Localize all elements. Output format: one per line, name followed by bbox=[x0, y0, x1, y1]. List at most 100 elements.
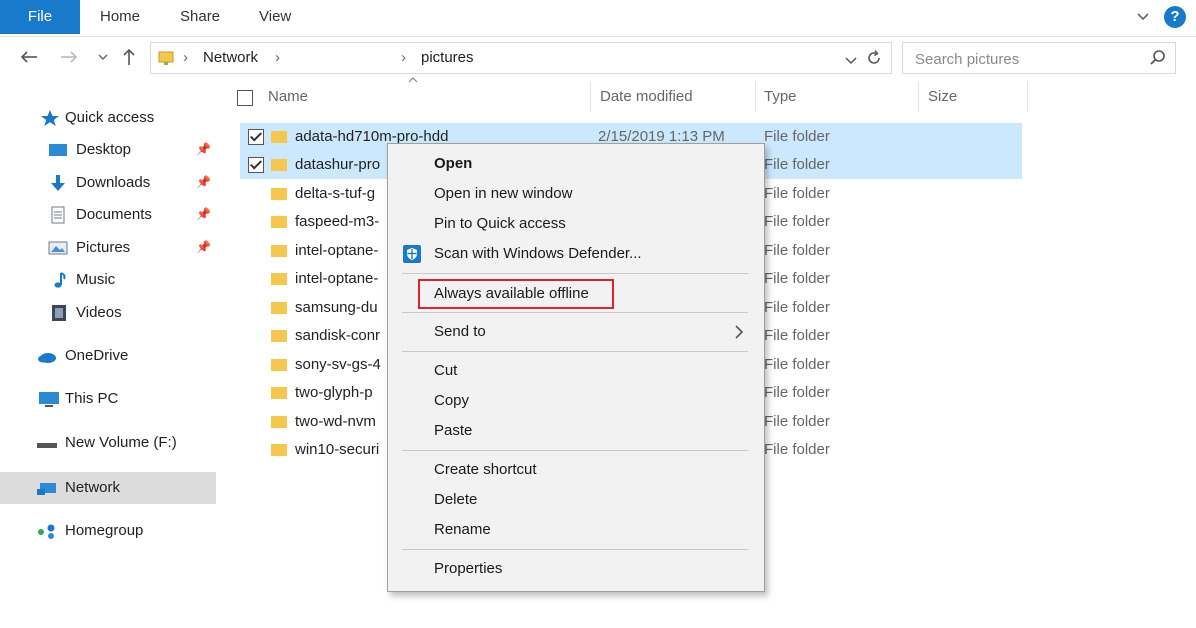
back-arrow-icon[interactable] bbox=[18, 46, 40, 68]
folder-icon bbox=[270, 243, 288, 258]
column-divider[interactable] bbox=[1027, 82, 1028, 112]
menu-item-open[interactable]: Open bbox=[388, 150, 764, 178]
pin-icon[interactable]: 📌 bbox=[196, 240, 211, 254]
file-type: File folder bbox=[764, 327, 830, 344]
music-note-icon bbox=[50, 271, 70, 289]
recent-locations-chevron-icon[interactable] bbox=[92, 46, 114, 68]
file-type: File folder bbox=[764, 413, 830, 430]
sidebar-item-pictures[interactable]: Pictures 📌 bbox=[0, 232, 216, 264]
ribbon: File Home Share View ? bbox=[0, 0, 1196, 37]
menu-item-label: Copy bbox=[434, 392, 470, 409]
tab-home[interactable]: Home bbox=[100, 0, 140, 34]
submenu-arrow-icon bbox=[734, 318, 744, 349]
folder-icon bbox=[270, 442, 288, 457]
sidebar-item-onedrive[interactable]: OneDrive bbox=[0, 340, 216, 372]
select-all-checkbox[interactable] bbox=[237, 90, 253, 106]
menu-item-send-to[interactable]: Send to bbox=[388, 318, 764, 346]
file-type: File folder bbox=[764, 156, 830, 173]
sidebar-item-videos[interactable]: Videos bbox=[0, 297, 216, 329]
column-header-size[interactable]: Size bbox=[928, 82, 957, 112]
menu-item-paste[interactable]: Paste bbox=[388, 417, 764, 445]
menu-item-scan-defender[interactable]: Scan with Windows Defender... bbox=[388, 240, 764, 268]
pin-icon[interactable]: 📌 bbox=[196, 175, 211, 189]
menu-item-rename[interactable]: Rename bbox=[388, 516, 764, 544]
sidebar-item-label: Desktop bbox=[76, 141, 132, 158]
file-type: File folder bbox=[764, 270, 830, 287]
menu-item-copy[interactable]: Copy bbox=[388, 387, 764, 415]
menu-item-always-available-offline[interactable]: Always available offline bbox=[388, 280, 764, 308]
sidebar-item-label: OneDrive bbox=[65, 347, 129, 364]
file-name: win10-securi bbox=[295, 441, 380, 458]
menu-item-delete[interactable]: Delete bbox=[388, 486, 764, 514]
menu-item-label: Scan with Windows Defender... bbox=[434, 245, 642, 262]
menu-item-cut[interactable]: Cut bbox=[388, 357, 764, 385]
desktop-icon bbox=[48, 141, 68, 159]
sidebar-item-label: This PC bbox=[65, 390, 119, 407]
menu-item-open-new-window[interactable]: Open in new window bbox=[388, 180, 764, 208]
file-type: File folder bbox=[764, 128, 830, 145]
search-input[interactable] bbox=[913, 47, 1137, 71]
menu-item-properties[interactable]: Properties bbox=[388, 555, 764, 583]
sidebar-item-desktop[interactable]: Desktop 📌 bbox=[0, 134, 216, 166]
search-icon[interactable] bbox=[1149, 49, 1167, 72]
sidebar-item-new-volume[interactable]: New Volume (F:) bbox=[0, 427, 216, 459]
column-divider[interactable] bbox=[918, 82, 919, 112]
sidebar-item-label: New Volume (F:) bbox=[65, 434, 177, 451]
file-name: intel-optane- bbox=[295, 242, 379, 259]
tab-share[interactable]: Share bbox=[180, 0, 220, 34]
row-checkbox[interactable] bbox=[248, 157, 264, 173]
menu-separator bbox=[402, 549, 748, 550]
sidebar-item-label: Quick access bbox=[65, 109, 155, 126]
folder-icon bbox=[270, 328, 288, 343]
column-divider[interactable] bbox=[590, 82, 591, 112]
forward-arrow-icon[interactable] bbox=[58, 46, 80, 68]
breadcrumb-network[interactable]: Network bbox=[203, 43, 258, 73]
column-divider[interactable] bbox=[755, 82, 756, 112]
tab-file[interactable]: File bbox=[0, 0, 80, 34]
context-menu: Open Open in new window Pin to Quick acc… bbox=[387, 143, 765, 592]
refresh-icon[interactable] bbox=[865, 49, 883, 72]
drive-icon bbox=[36, 434, 57, 452]
menu-item-pin-quick-access[interactable]: Pin to Quick access bbox=[388, 210, 764, 238]
column-header-type[interactable]: Type bbox=[764, 82, 797, 112]
expand-ribbon-chevron-icon[interactable] bbox=[1132, 6, 1154, 28]
tab-view[interactable]: View bbox=[259, 0, 291, 34]
sort-ascending-icon bbox=[408, 74, 418, 86]
sidebar-item-music[interactable]: Music bbox=[0, 264, 216, 296]
row-checkbox[interactable] bbox=[248, 129, 264, 145]
menu-item-create-shortcut[interactable]: Create shortcut bbox=[388, 456, 764, 484]
pin-icon[interactable]: 📌 bbox=[196, 207, 211, 221]
folder-icon bbox=[270, 186, 288, 201]
sidebar-item-label: Videos bbox=[76, 304, 122, 321]
breadcrumb-pictures[interactable]: pictures bbox=[421, 43, 474, 73]
up-arrow-icon[interactable] bbox=[118, 46, 140, 68]
sidebar-item-quick-access[interactable]: Quick access bbox=[0, 102, 216, 134]
menu-item-label: Paste bbox=[434, 422, 473, 439]
column-header-name[interactable]: Name bbox=[268, 82, 308, 112]
download-arrow-icon bbox=[48, 174, 68, 192]
help-icon[interactable]: ? bbox=[1164, 6, 1186, 28]
sidebar-item-network[interactable]: Network bbox=[0, 472, 216, 504]
address-bar[interactable]: › Network › › pictures bbox=[150, 42, 892, 74]
search-box[interactable] bbox=[902, 42, 1176, 74]
file-type: File folder bbox=[764, 384, 830, 401]
file-name: intel-optane- bbox=[295, 270, 379, 287]
file-type: File folder bbox=[764, 185, 830, 202]
file-name: sandisk-conr bbox=[295, 327, 381, 344]
sidebar-item-documents[interactable]: Documents 📌 bbox=[0, 199, 216, 231]
file-name: sony-sv-gs-4 bbox=[295, 356, 381, 373]
file-type: File folder bbox=[764, 299, 830, 316]
column-header-date[interactable]: Date modified bbox=[600, 82, 693, 112]
sidebar-item-downloads[interactable]: Downloads 📌 bbox=[0, 167, 216, 199]
sidebar-item-label: Pictures bbox=[76, 239, 131, 256]
menu-item-label: Create shortcut bbox=[434, 461, 537, 478]
pin-icon[interactable]: 📌 bbox=[196, 142, 211, 156]
computer-icon bbox=[38, 390, 59, 408]
sidebar-item-label: Network bbox=[65, 479, 121, 496]
sidebar-item-homegroup[interactable]: Homegroup bbox=[0, 515, 216, 547]
file-name: delta-s-tuf-g bbox=[295, 185, 376, 202]
file-name: datashur-pro bbox=[295, 156, 381, 173]
sidebar-item-this-pc[interactable]: This PC bbox=[0, 383, 216, 415]
address-dropdown-chevron-icon[interactable] bbox=[845, 53, 857, 71]
folder-icon bbox=[270, 300, 288, 315]
